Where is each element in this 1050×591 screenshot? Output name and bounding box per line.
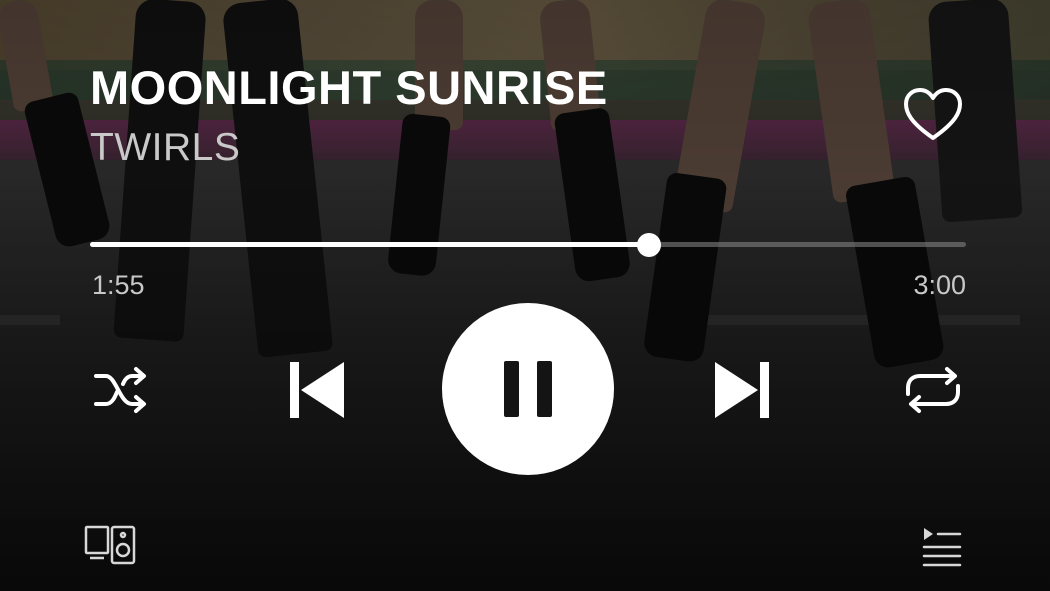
next-track-button[interactable] bbox=[711, 360, 771, 420]
progress-fill bbox=[90, 242, 649, 247]
like-button[interactable] bbox=[902, 86, 964, 144]
repeat-icon bbox=[906, 367, 960, 413]
previous-track-button[interactable] bbox=[288, 360, 348, 420]
repeat-button[interactable] bbox=[900, 364, 966, 416]
queue-button[interactable] bbox=[920, 526, 964, 568]
pause-button[interactable] bbox=[442, 303, 614, 475]
artist-name[interactable]: TWIRLS bbox=[90, 124, 240, 172]
progress-bar[interactable] bbox=[90, 230, 966, 258]
queue-icon bbox=[922, 528, 962, 567]
shuffle-icon bbox=[94, 367, 146, 413]
connect-devices-button[interactable] bbox=[84, 524, 138, 566]
elapsed-time: 1:55 bbox=[92, 270, 145, 300]
skip-next-icon bbox=[715, 362, 769, 418]
track-title: MOONLIGHT SUNRISE bbox=[90, 61, 608, 114]
heart-outline-icon bbox=[904, 88, 962, 140]
total-duration: 3:00 bbox=[913, 270, 966, 300]
shuffle-button[interactable] bbox=[92, 364, 152, 416]
connect-devices-icon bbox=[84, 525, 136, 565]
pause-icon bbox=[504, 361, 552, 417]
progress-thumb[interactable] bbox=[637, 233, 661, 257]
skip-previous-icon bbox=[290, 362, 344, 418]
